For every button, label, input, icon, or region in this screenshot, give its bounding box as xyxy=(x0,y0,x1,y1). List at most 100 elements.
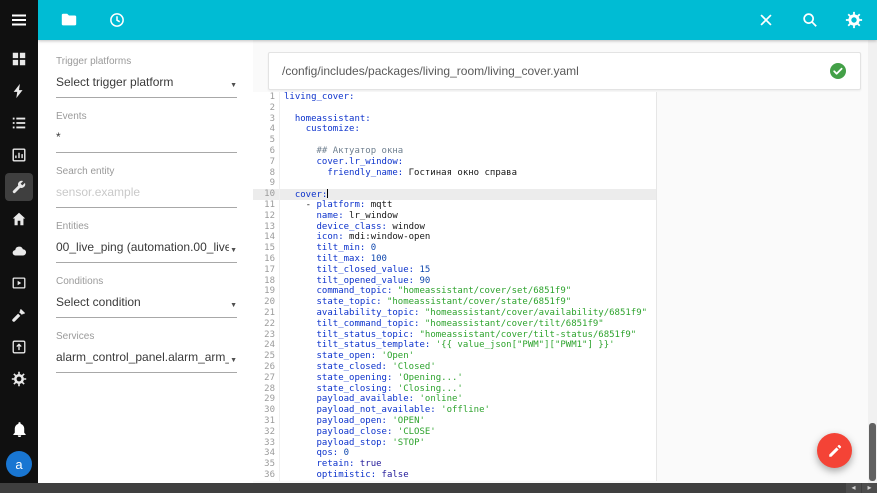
code-line-35[interactable]: 35 retain: true xyxy=(253,459,656,470)
history-button[interactable] xyxy=(108,11,126,29)
sidebar-item-media[interactable] xyxy=(5,269,33,297)
sidebar-item-hassio[interactable] xyxy=(5,205,33,233)
field-search-entity: Search entity sensor.example xyxy=(56,166,237,208)
sidebar-item-cloud[interactable] xyxy=(5,237,33,265)
code-line-7[interactable]: 7 cover.lr_window: xyxy=(253,156,656,168)
code-line-6[interactable]: 6 ## Актуатор окна xyxy=(253,145,656,157)
sidebar-item-updater[interactable] xyxy=(5,333,33,361)
code-line-32[interactable]: 32 payload_close: 'CLOSE' xyxy=(253,426,656,438)
code-text: state_topic: "homeassistant/cover/state/… xyxy=(316,297,572,308)
code-text: cover: xyxy=(294,189,329,201)
code-line-23[interactable]: 23 tilt_status_topic: "homeassistant/cov… xyxy=(253,329,656,341)
notifications-bell-icon[interactable] xyxy=(11,421,28,438)
code-text: payload_open: 'OPEN' xyxy=(316,415,425,426)
code-line-15[interactable]: 15 tilt_min: 0 xyxy=(253,243,656,254)
close-button[interactable] xyxy=(757,11,775,29)
code-line-28[interactable]: 28 state_closing: 'Closing...' xyxy=(253,383,656,395)
code-text: state_opening: 'Opening...' xyxy=(316,372,463,383)
line-number: 4 xyxy=(253,124,280,136)
code-line-24[interactable]: 24 tilt_status_template: '{{ value_json[… xyxy=(253,340,656,352)
edit-fab-button[interactable] xyxy=(817,433,852,468)
hammer-icon xyxy=(11,307,27,323)
code-line-34[interactable]: 34 qos: 0 xyxy=(253,448,656,460)
history-icon xyxy=(108,11,126,29)
code-line-29[interactable]: 29 payload_available: 'online' xyxy=(253,394,656,406)
scroll-right-icon[interactable]: ▸ xyxy=(862,483,877,493)
select-entities[interactable]: 00_live_ping (automation.00_live_pi ▼ xyxy=(56,240,237,263)
sidebar-nav xyxy=(5,43,33,395)
menu-button[interactable] xyxy=(0,0,38,40)
code-line-25[interactable]: 25 state_open: 'Open' xyxy=(253,351,656,362)
code-line-11[interactable]: 11 - platform: mqtt xyxy=(253,199,656,211)
sidebar-item-overview[interactable] xyxy=(5,45,33,73)
search-button[interactable] xyxy=(801,11,819,29)
code-line-33[interactable]: 33 payload_stop: 'STOP' xyxy=(253,437,656,449)
user-avatar[interactable]: a xyxy=(6,451,32,477)
select-conditions[interactable]: Select condition ▼ xyxy=(56,295,237,318)
code-line-17[interactable]: 17 tilt_closed_value: 15 xyxy=(253,264,656,276)
editor-pane: /config/includes/packages/living_room/li… xyxy=(253,40,868,483)
media-icon xyxy=(11,275,27,291)
cloud-icon xyxy=(11,243,27,259)
code-line-9[interactable]: 9 xyxy=(253,178,656,190)
code-line-4[interactable]: 4 customize: xyxy=(253,124,656,136)
sidebar-item-logbook[interactable] xyxy=(5,109,33,137)
code-line-3[interactable]: 3 homeassistant: xyxy=(253,113,656,125)
code-line-19[interactable]: 19 command_topic: "homeassistant/cover/s… xyxy=(253,286,656,298)
code-line-5[interactable]: 5 xyxy=(253,135,656,146)
code-line-36[interactable]: 36 optimistic: false xyxy=(253,469,656,481)
app-root: a Trigger platforms Select trigger platfo… xyxy=(0,0,877,493)
sidebar-item-flash[interactable] xyxy=(5,77,33,105)
input-search-entity[interactable]: sensor.example xyxy=(56,185,237,208)
input-events[interactable]: * xyxy=(56,130,237,153)
code-line-31[interactable]: 31 payload_open: 'OPEN' xyxy=(253,415,656,427)
code-text: tilt_command_topic: "homeassistant/cover… xyxy=(316,318,604,329)
horizontal-scrollbar[interactable]: ◂ ▸ xyxy=(0,483,877,493)
code-text: cover.lr_window: xyxy=(316,156,404,167)
sidebar-item-history[interactable] xyxy=(5,141,33,169)
code-text: tilt_max: 100 xyxy=(316,253,387,264)
menu-icon xyxy=(10,11,28,29)
code-line-26[interactable]: 26 state_closed: 'Closed' xyxy=(253,361,656,373)
line-number: 30 xyxy=(253,405,280,416)
code-line-1[interactable]: 1 living_cover: xyxy=(253,92,656,103)
code-line-8[interactable]: 8 friendly_name: Гостиная окно справа xyxy=(253,167,656,179)
code-line-14[interactable]: 14 icon: mdi:window-open xyxy=(253,232,656,244)
code-line-10[interactable]: 10 cover: xyxy=(253,189,656,200)
sidebar-item-configurator[interactable] xyxy=(5,173,33,201)
sidebar-item-settings[interactable] xyxy=(5,365,33,393)
code-line-30[interactable]: 30 payload_not_available: 'offline' xyxy=(253,405,656,416)
code-line-22[interactable]: 22 tilt_command_topic: "homeassistant/co… xyxy=(253,318,656,330)
code-line-13[interactable]: 13 device_class: window xyxy=(253,221,656,233)
select-services[interactable]: alarm_control_panel.alarm_arm_aw ▼ xyxy=(56,350,237,373)
code-editor[interactable]: 1 living_cover: 2 3 homeassistant: 4 customi… xyxy=(253,92,657,481)
line-number: 18 xyxy=(253,275,280,287)
select-trigger-platforms[interactable]: Select trigger platform ▼ xyxy=(56,75,237,98)
code-line-20[interactable]: 20 state_topic: "homeassistant/cover/sta… xyxy=(253,297,656,308)
folder-button[interactable] xyxy=(60,11,78,29)
code-line-2[interactable]: 2 xyxy=(253,102,656,114)
line-number: 26 xyxy=(253,361,280,373)
pencil-icon xyxy=(827,443,843,459)
close-icon xyxy=(757,11,775,29)
grid-icon xyxy=(11,51,27,67)
line-number: 7 xyxy=(253,156,280,168)
vertical-scrollbar[interactable] xyxy=(868,40,877,483)
scroll-left-icon[interactable]: ◂ xyxy=(846,483,861,493)
code-line-12[interactable]: 12 name: lr_window xyxy=(253,210,656,222)
field-label-events: Events xyxy=(56,111,87,122)
vertical-scrollbar-thumb[interactable] xyxy=(869,423,876,481)
code-text: homeassistant: xyxy=(294,113,371,124)
sidebar-item-tools[interactable] xyxy=(5,301,33,329)
line-number: 32 xyxy=(253,426,280,438)
code-line-16[interactable]: 16 tilt_max: 100 xyxy=(253,253,656,265)
line-number: 36 xyxy=(253,469,280,481)
settings-button[interactable] xyxy=(845,11,863,29)
code-line-21[interactable]: 21 availability_topic: "homeassistant/co… xyxy=(253,307,656,319)
line-number: 15 xyxy=(253,243,280,254)
avatar-initial: a xyxy=(15,456,23,472)
code-line-18[interactable]: 18 tilt_opened_value: 90 xyxy=(253,275,656,287)
code-line-27[interactable]: 27 state_opening: 'Opening...' xyxy=(253,372,656,384)
